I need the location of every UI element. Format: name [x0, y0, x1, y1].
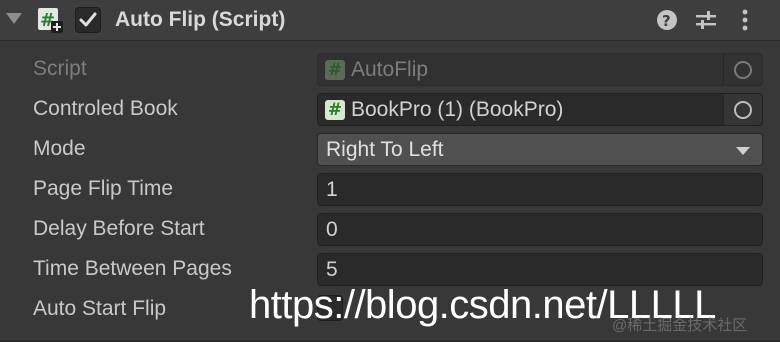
controled-book-picker-button[interactable] [723, 94, 762, 125]
time-between-pages-value: 5 [326, 258, 338, 281]
row-script: Script # AutoFlip [0, 49, 780, 89]
script-add-icon: # [37, 7, 63, 33]
more-options-icon[interactable] [733, 8, 757, 32]
time-between-pages-input[interactable]: 5 [317, 253, 763, 286]
chevron-down-icon [736, 147, 750, 155]
checkmark-icon [79, 12, 97, 27]
row-delay-before-start: Delay Before Start 0 [0, 209, 780, 249]
row-mode: Mode Right To Left [0, 129, 780, 169]
script-picker-button [723, 54, 762, 85]
controled-book-field[interactable]: # BookPro (1) (BookPro) [317, 93, 763, 126]
object-picker-icon [734, 101, 752, 119]
row-controled-book: Controled Book # BookPro (1) (BookPro) [0, 89, 780, 129]
component-title: Auto Flip (Script) [115, 8, 286, 31]
mode-label: Mode [33, 137, 86, 160]
page-flip-time-label: Page Flip Time [33, 177, 174, 200]
presets-icon[interactable] [694, 8, 718, 32]
help-icon[interactable]: ? [655, 8, 679, 32]
script-label: Script [33, 57, 87, 80]
script-value: AutoFlip [351, 58, 429, 81]
script-asset-icon: # [325, 100, 345, 120]
component-enabled-checkbox[interactable] [75, 7, 101, 33]
component-header[interactable]: # Auto Flip (Script) ? [0, 0, 780, 41]
controled-book-value: BookPro (1) (BookPro) [351, 98, 564, 121]
delay-before-start-label: Delay Before Start [33, 217, 205, 240]
inspector-panel: # Auto Flip (Script) ? Script # AutoFlip… [0, 0, 780, 342]
script-field: # AutoFlip [317, 53, 763, 86]
page-flip-time-input[interactable]: 1 [317, 173, 763, 206]
watermark-small: @稀土掘金技术社区 [612, 317, 748, 334]
svg-text:?: ? [662, 12, 671, 30]
script-asset-icon: # [325, 60, 345, 80]
mode-dropdown[interactable]: Right To Left [317, 133, 763, 166]
delay-before-start-value: 0 [326, 218, 338, 241]
page-flip-time-value: 1 [326, 178, 338, 201]
auto-start-flip-label: Auto Start Flip [33, 297, 167, 320]
mode-value: Right To Left [326, 138, 444, 161]
row-page-flip-time: Page Flip Time 1 [0, 169, 780, 209]
time-between-pages-label: Time Between Pages [33, 257, 232, 280]
controled-book-label: Controled Book [33, 97, 178, 120]
object-picker-icon [734, 61, 752, 79]
foldout-arrow-icon[interactable] [6, 13, 22, 24]
delay-before-start-input[interactable]: 0 [317, 213, 763, 246]
